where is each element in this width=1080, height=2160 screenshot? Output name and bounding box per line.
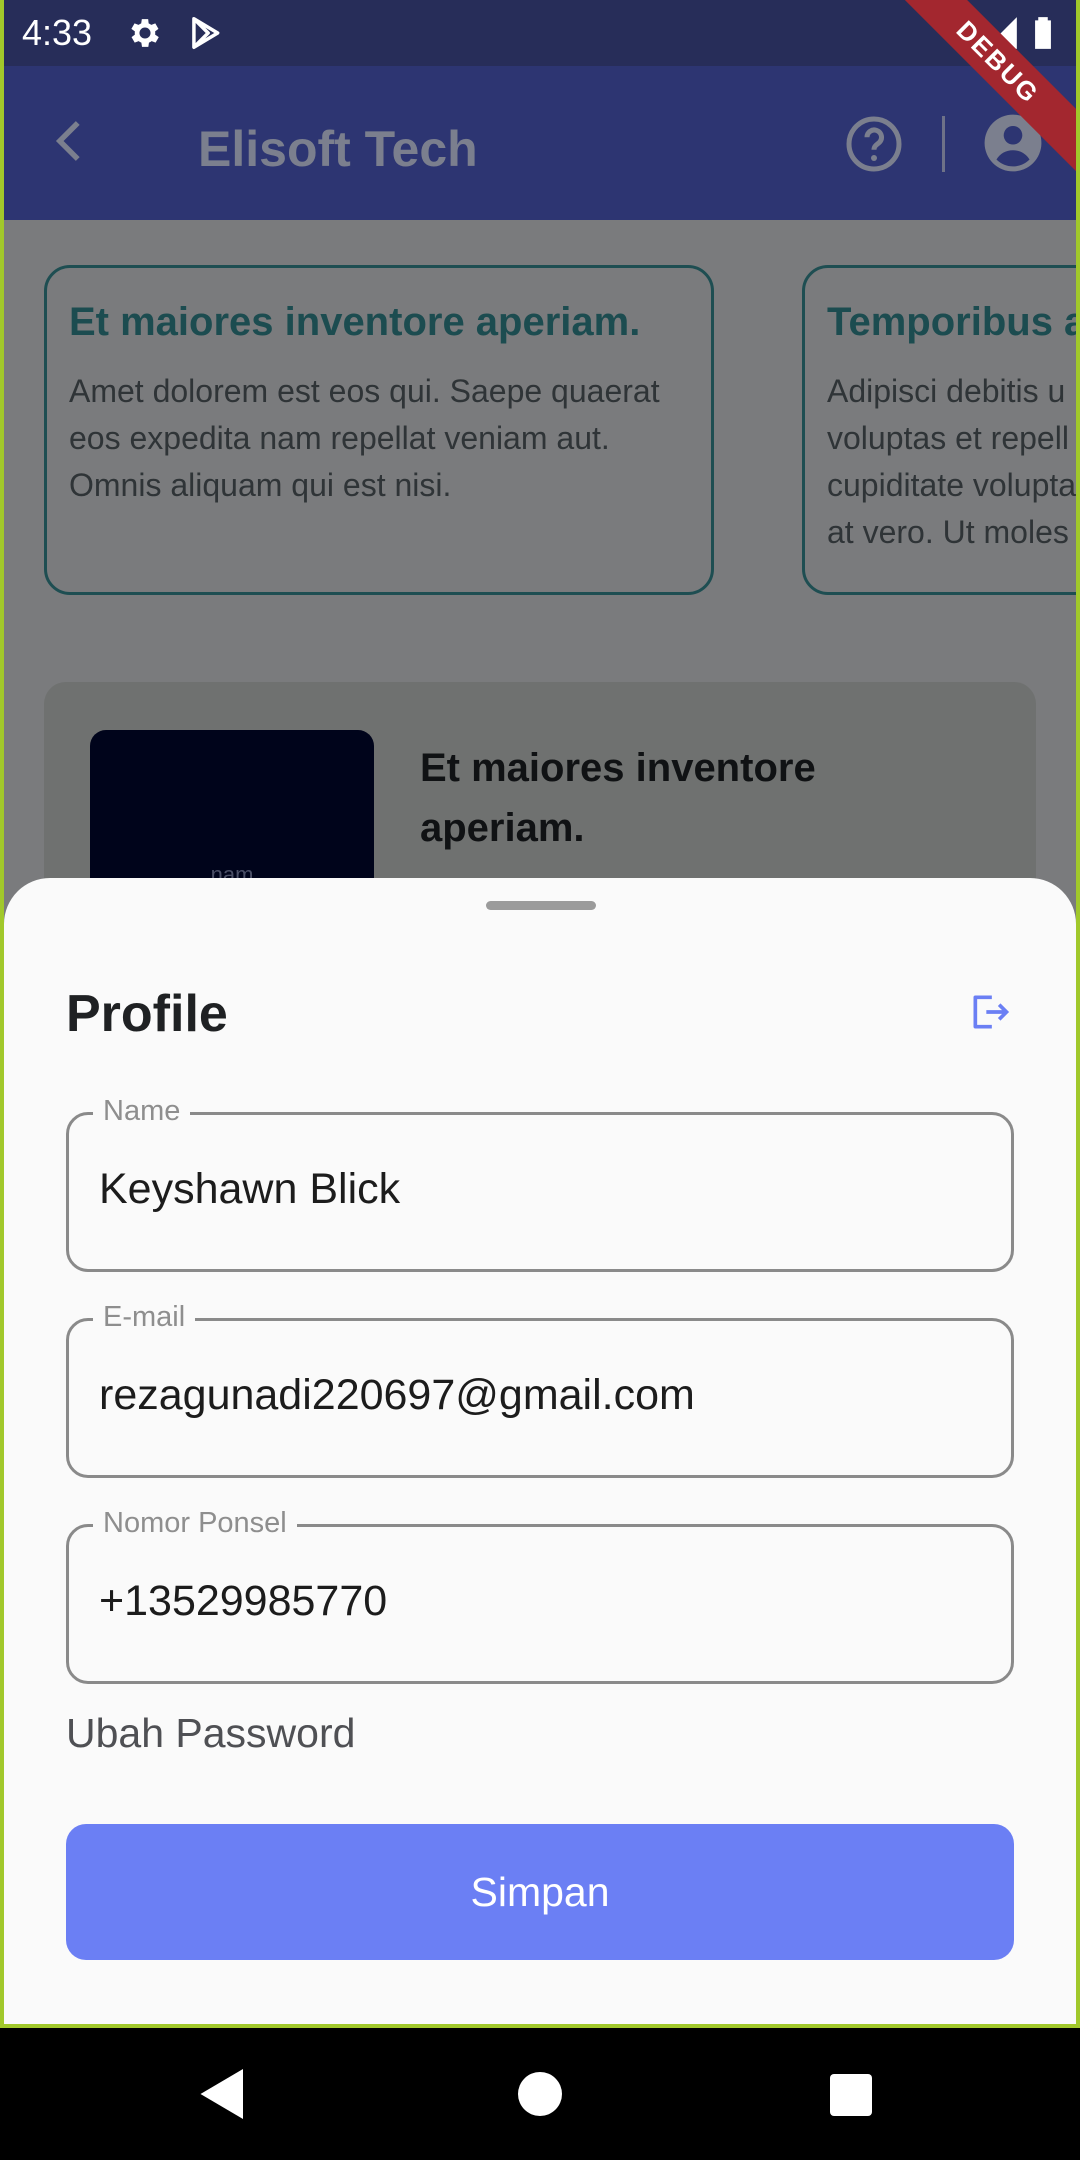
status-time: 4:33	[22, 12, 93, 53]
name-field[interactable]: Name Keyshawn Blick	[66, 1095, 1014, 1272]
help-circle-icon[interactable]	[844, 114, 904, 174]
app-bar: Elisoft Tech	[0, 66, 1080, 220]
card-body-line: at vero. Ut moles	[827, 514, 1069, 550]
card-body-line: cupiditate volupta	[827, 467, 1077, 503]
save-button[interactable]: Simpan	[66, 1824, 1014, 1960]
card-title: Et maiores inventore aperiam.	[69, 300, 641, 344]
recents-square-icon[interactable]	[830, 2074, 872, 2116]
app-bar-divider	[942, 116, 945, 172]
card-body-line: Adipisci debitis u	[827, 373, 1066, 409]
card-body-line: eos expedita nam repellat veniam aut.	[69, 420, 610, 456]
sheet-title: Profile	[66, 985, 228, 1043]
email-field-value[interactable]: rezagunadi220697@gmail.com	[99, 1371, 695, 1420]
home-circle-icon[interactable]	[518, 2072, 562, 2116]
feature-title: Et maiores inventore aperiam.	[420, 746, 816, 850]
back-triangle-icon[interactable]	[198, 2066, 248, 2122]
debug-outline	[1076, 0, 1080, 2028]
battery-icon	[1035, 17, 1051, 49]
phone-field-label: Nomor Ponsel	[93, 1507, 297, 1540]
drag-handle[interactable]	[486, 901, 596, 910]
email-field-label: E-mail	[93, 1301, 196, 1334]
article-card[interactable]: Et maiores inventore aperiam. Amet dolor…	[44, 265, 714, 595]
screen: 4:33 Elisoft Tech DEBUG Et maiores inven…	[0, 0, 1080, 2160]
gear-icon	[131, 19, 159, 47]
phone-field[interactable]: Nomor Ponsel +13529985770	[66, 1507, 1014, 1684]
email-field[interactable]: E-mail rezagunadi220697@gmail.com	[66, 1301, 1014, 1478]
app-title: Elisoft Tech	[198, 121, 478, 177]
nav-bar	[0, 2028, 1080, 2160]
chevron-left-icon[interactable]	[44, 114, 98, 168]
change-password-link[interactable]: Ubah Password	[66, 1710, 355, 1757]
logout-icon[interactable]	[968, 990, 1012, 1034]
card-body-line: Amet dolorem est eos qui. Saepe quaerat	[69, 373, 660, 409]
card-body-line: voluptas et repell	[827, 420, 1069, 456]
card-title: Temporibus a	[827, 300, 1080, 344]
card-body: Adipisci debitis u voluptas et repell cu…	[827, 368, 1076, 556]
name-field-label: Name	[93, 1095, 191, 1128]
profile-sheet: Profile Name Keyshawn Blick E-mail rezag…	[4, 878, 1076, 2024]
card-body-line: Omnis aliquam qui est nisi.	[69, 467, 452, 503]
name-field-value[interactable]: Keyshawn Blick	[99, 1165, 400, 1214]
debug-outline	[0, 0, 4, 2028]
card-body: Amet dolorem est eos qui. Saepe quaerat …	[69, 368, 660, 509]
article-card[interactable]: Temporibus a Adipisci debitis u voluptas…	[802, 265, 1080, 595]
phone-field-value[interactable]: +13529985770	[99, 1577, 387, 1626]
play-store-icon	[192, 17, 220, 49]
